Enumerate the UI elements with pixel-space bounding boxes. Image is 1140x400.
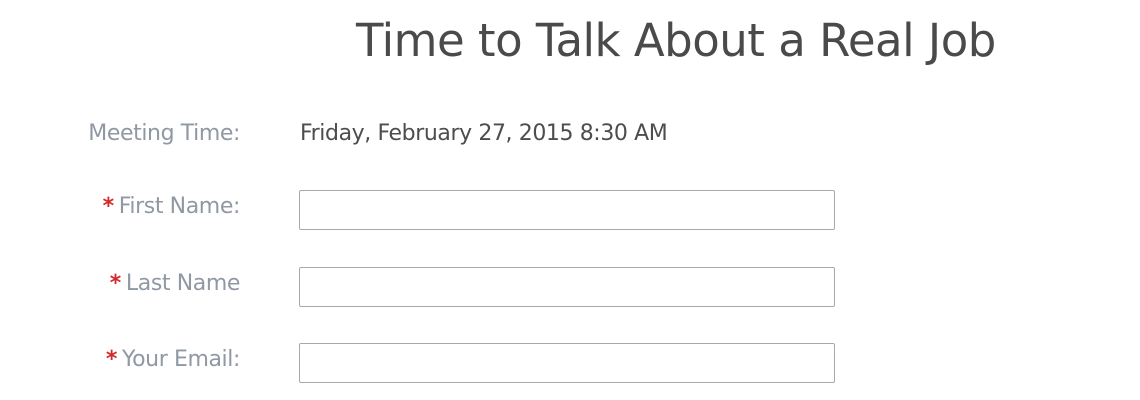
meeting-time-label: Meeting Time: [88,119,240,149]
email-label: * Your Email: [105,345,241,375]
required-marker: * [105,347,118,372]
page-title: Time to Talk About a Real Job [356,14,996,67]
booking-form-page: Time to Talk About a Real Job Meeting Ti… [0,0,1140,400]
required-marker: * [109,271,122,296]
first-name-input[interactable] [299,190,835,230]
first-name-label: * First Name: [102,192,241,222]
meeting-time-label-text: Meeting Time: [88,121,240,146]
email-input[interactable] [299,343,835,383]
last-name-label: * Last Name [109,269,241,299]
email-label-text: Your Email: [121,347,240,372]
last-name-label-text: Last Name [125,271,241,296]
meeting-time-value: Friday, February 27, 2015 8:30 AM [300,121,668,146]
first-name-label-text: First Name: [118,194,241,219]
required-marker: * [102,194,115,219]
last-name-input[interactable] [299,267,835,307]
